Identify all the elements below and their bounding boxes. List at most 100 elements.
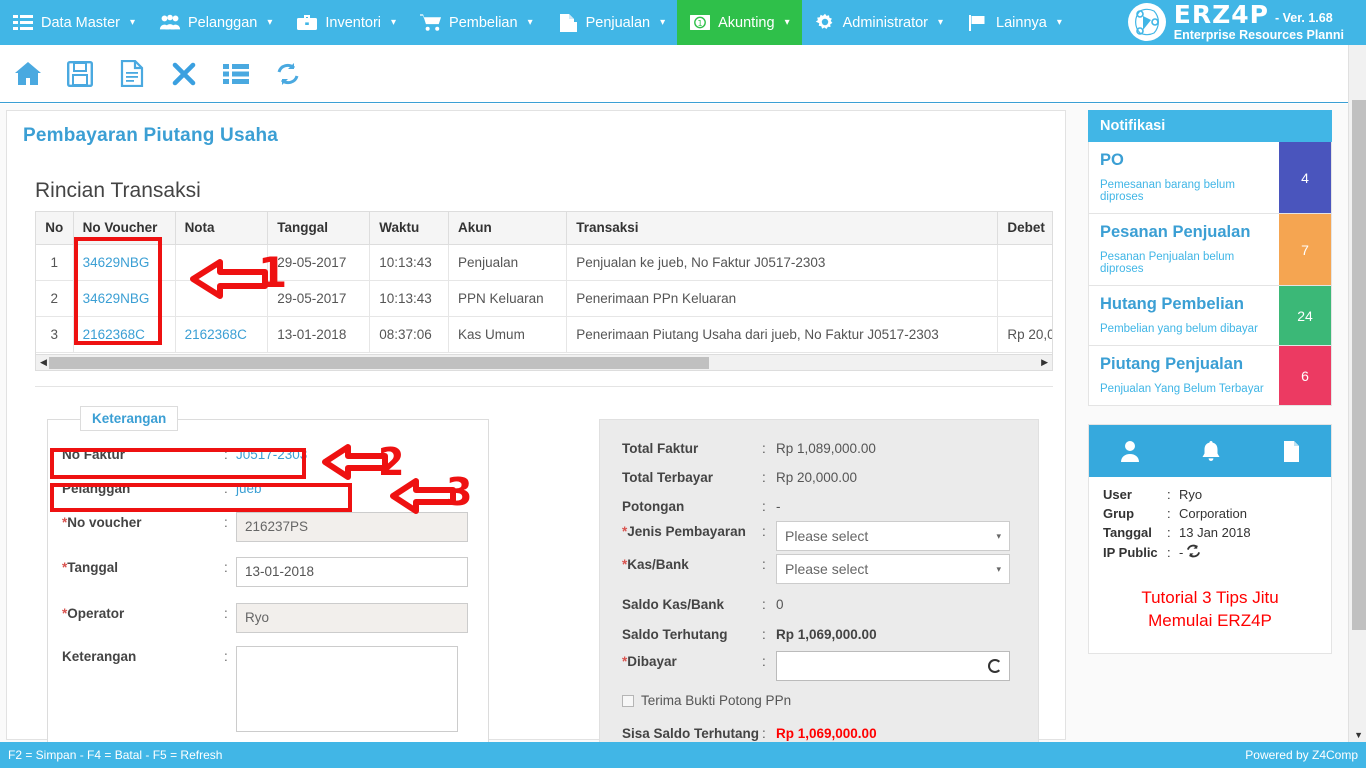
user-icon[interactable] bbox=[1120, 440, 1140, 462]
colon: : bbox=[224, 649, 228, 664]
notification-count-badge: 4 bbox=[1279, 142, 1331, 213]
home-icon[interactable] bbox=[8, 53, 48, 95]
brand-version: - Ver. 1.68 bbox=[1274, 11, 1333, 26]
nav-label: Akunting bbox=[718, 14, 775, 31]
scroll-right-arrow-icon[interactable]: ▶ bbox=[1037, 357, 1052, 368]
field-operator: *Operator : Ryo bbox=[62, 603, 468, 633]
nav-item-lainnya[interactable]: Lainnya ▾ bbox=[955, 0, 1074, 45]
nav-item-data-master[interactable]: Data Master ▾ bbox=[0, 0, 147, 45]
nav-item-pelanggan[interactable]: Pelanggan ▾ bbox=[147, 0, 284, 45]
brand-tagline: Enterprise Resources Planni bbox=[1173, 27, 1344, 42]
user-value: - bbox=[1179, 545, 1184, 560]
bell-icon[interactable] bbox=[1202, 440, 1220, 462]
refresh-ip-icon[interactable] bbox=[1186, 544, 1201, 561]
nav-item-penjualan[interactable]: Penjualan ▾ bbox=[545, 0, 678, 45]
label-no-voucher: *No voucher bbox=[62, 515, 142, 530]
kas-bank-select[interactable]: Please select ▾ bbox=[776, 554, 1010, 584]
chevron-down-icon: ▾ bbox=[938, 16, 944, 28]
tutorial-banner[interactable]: Tutorial 3 Tips Jitu Memulai ERZ4P bbox=[1089, 571, 1331, 653]
colon: : bbox=[224, 515, 228, 530]
colon: : bbox=[762, 470, 766, 485]
new-document-icon[interactable] bbox=[112, 53, 152, 95]
payment-panel: Total Faktur : Rp 1,089,000.00 Total Ter… bbox=[599, 419, 1039, 749]
terima-bukti-potong-checkbox[interactable] bbox=[622, 694, 634, 707]
nav-item-administrator[interactable]: Administrator ▾ bbox=[802, 0, 955, 45]
notification-subtitle: Penjualan Yang Belum Terbayar bbox=[1100, 383, 1264, 395]
nav-item-akunting[interactable]: 1 Akunting ▾ bbox=[677, 0, 802, 45]
list-view-icon[interactable] bbox=[216, 53, 256, 95]
notification-title: Piutang Penjualan bbox=[1100, 355, 1244, 373]
tutorial-line-1: Tutorial 3 Tips Jitu bbox=[1141, 588, 1279, 607]
colon: : bbox=[1167, 545, 1171, 560]
document-icon[interactable] bbox=[1283, 440, 1300, 462]
notification-pesanan-penjualan[interactable]: Pesanan Penjualan Pesanan Penjualan belu… bbox=[1088, 214, 1332, 286]
user-value: Corporation bbox=[1179, 506, 1247, 521]
nav-label: Administrator bbox=[842, 14, 929, 31]
scrollbar-thumb[interactable] bbox=[49, 357, 709, 369]
th-akun: Akun bbox=[448, 212, 568, 245]
user-details: User : Ryo Grup : Corporation Tanggal : … bbox=[1089, 477, 1331, 571]
section-divider bbox=[35, 386, 1053, 387]
colon: : bbox=[762, 441, 766, 456]
table-row[interactable]: 3 2162368C 2162368C 13-01-2018 08:37:06 … bbox=[36, 316, 1052, 353]
user-key: Tanggal bbox=[1103, 525, 1152, 540]
close-icon[interactable] bbox=[164, 53, 204, 95]
loading-spinner-icon bbox=[988, 659, 1002, 673]
notification-count-badge: 6 bbox=[1279, 346, 1331, 405]
refresh-icon[interactable] bbox=[268, 53, 308, 95]
field-jenis-pembayaran: *Jenis Pembayaran : Please select ▾ bbox=[622, 521, 1010, 551]
jenis-pembayaran-select[interactable]: Please select ▾ bbox=[776, 521, 1010, 551]
save-icon[interactable] bbox=[60, 53, 100, 95]
nav-item-pembelian[interactable]: Pembelian ▾ bbox=[408, 0, 545, 45]
notification-hutang-pembelian[interactable]: Hutang Pembelian Pembelian yang belum di… bbox=[1088, 286, 1332, 346]
label-jenis-pembayaran: *Jenis Pembayaran bbox=[622, 524, 746, 539]
scrollbar-thumb[interactable] bbox=[1352, 100, 1366, 630]
user-key: Grup bbox=[1103, 506, 1135, 521]
table-row[interactable]: 1 34629NBG 29-05-2017 10:13:43 Penjualan… bbox=[36, 244, 1052, 281]
table-row[interactable]: 2 34629NBG 29-05-2017 10:13:43 PPN Kelua… bbox=[36, 280, 1052, 317]
fieldset-legend: Keterangan bbox=[80, 406, 179, 431]
chevron-down-icon: ▾ bbox=[129, 16, 136, 28]
th-tanggal: Tanggal bbox=[267, 212, 371, 245]
no-voucher-input: 216237PS bbox=[236, 512, 468, 542]
briefcase-icon bbox=[296, 12, 318, 34]
label-saldo-kas-bank: Saldo Kas/Bank bbox=[622, 597, 725, 612]
page-vertical-scrollbar[interactable]: ▼ bbox=[1348, 45, 1366, 742]
notification-body: Piutang Penjualan Penjualan Yang Belum T… bbox=[1089, 346, 1279, 405]
user-key: User bbox=[1103, 487, 1132, 502]
field-no-voucher: *No voucher : 216237PS bbox=[62, 512, 468, 542]
cell-akun: PPN Keluaran bbox=[448, 280, 568, 317]
table-horizontal-scrollbar[interactable]: ◀ ▶ bbox=[35, 354, 1053, 371]
notification-count-badge: 7 bbox=[1279, 214, 1331, 285]
cell-transaksi: Penerimaan Piutang Usaha dari jueb, No F… bbox=[566, 316, 999, 353]
keterangan-textarea[interactable] bbox=[236, 646, 458, 732]
label-keterangan: Keterangan bbox=[62, 649, 137, 664]
cell-nota[interactable]: 2162368C bbox=[175, 316, 269, 353]
user-row-tanggal: Tanggal : 13 Jan 2018 bbox=[1103, 525, 1317, 540]
right-sidebar: Notifikasi PO Pemesanan barang belum dip… bbox=[1088, 110, 1332, 654]
cell-no: 1 bbox=[36, 244, 74, 281]
value-potongan: - bbox=[776, 499, 781, 514]
dibayar-input[interactable] bbox=[776, 651, 1010, 681]
notification-po[interactable]: PO Pemesanan barang belum diproses 4 bbox=[1088, 142, 1332, 214]
nav-label: Data Master bbox=[41, 14, 120, 31]
chevron-down-icon: ▾ bbox=[527, 16, 533, 28]
scroll-down-arrow-icon[interactable]: ▼ bbox=[1354, 730, 1363, 740]
user-value: 13 Jan 2018 bbox=[1179, 525, 1251, 540]
label-operator: *Operator bbox=[62, 606, 125, 621]
notification-piutang-penjualan[interactable]: Piutang Penjualan Penjualan Yang Belum T… bbox=[1088, 346, 1332, 406]
user-row-user: User : Ryo bbox=[1103, 487, 1317, 502]
nav-item-inventori[interactable]: Inventori ▾ bbox=[284, 0, 408, 45]
tanggal-input[interactable]: 13-01-2018 bbox=[236, 557, 468, 587]
chevron-down-icon: ▾ bbox=[784, 16, 790, 28]
brand-name: ERZ4P bbox=[1173, 0, 1269, 30]
colon: : bbox=[762, 654, 766, 669]
field-terima-bukti-potong[interactable]: Terima Bukti Potong PPn bbox=[622, 693, 791, 708]
label-kas-bank: *Kas/Bank bbox=[622, 557, 689, 572]
status-bar: F2 = Simpan - F4 = Batal - F5 = Refresh … bbox=[0, 742, 1366, 768]
scroll-left-arrow-icon[interactable]: ◀ bbox=[36, 357, 51, 368]
money-icon: 1 bbox=[689, 12, 712, 34]
label-total-terbayar: Total Terbayar bbox=[622, 470, 714, 485]
invoice-icon bbox=[557, 12, 579, 34]
field-saldo-terhutang: Saldo Terhutang : Rp 1,069,000.00 bbox=[622, 624, 877, 642]
